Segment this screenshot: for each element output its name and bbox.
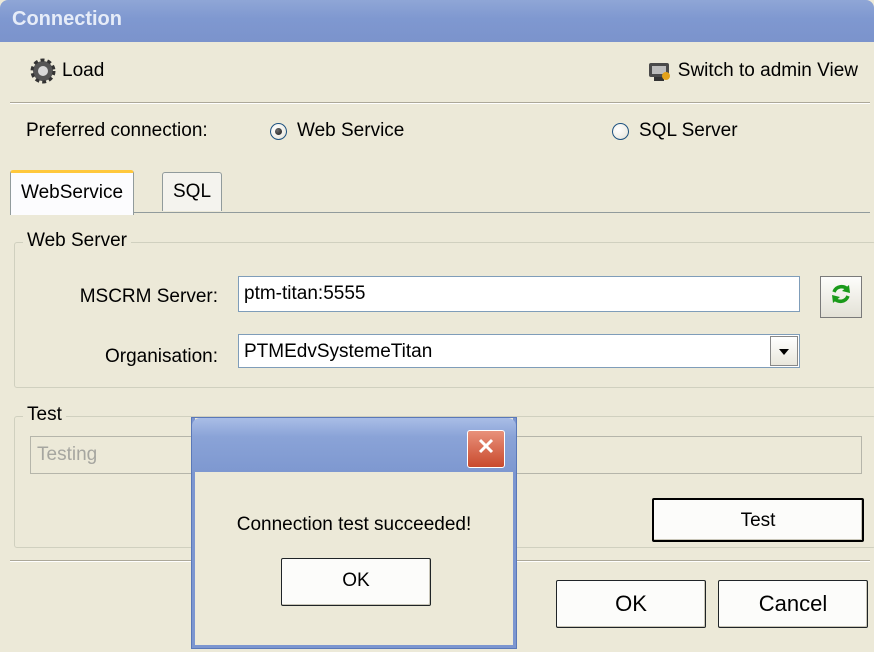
- organisation-label: Organisation:: [104, 346, 218, 367]
- refresh-icon: [829, 282, 853, 312]
- organisation-select[interactable]: PTMEdvSystemeTitan: [238, 334, 800, 368]
- mscrm-server-label: MSCRM Server:: [79, 286, 218, 307]
- preferred-connection: Preferred connection: Web Service SQL Se…: [0, 110, 874, 154]
- load-button[interactable]: Load: [30, 58, 104, 84]
- close-button[interactable]: [467, 430, 505, 468]
- connection-window: Connection Load Switch to admin View Pre…: [0, 0, 874, 652]
- organisation-value: PTMEdvSystemeTitan: [244, 341, 433, 362]
- chevron-down-icon: [778, 334, 790, 368]
- radio-web-service[interactable]: Web Service: [270, 120, 404, 142]
- load-label: Load: [62, 60, 105, 81]
- switch-to-admin-button[interactable]: Switch to admin View: [646, 58, 858, 84]
- radio-dot[interactable]: [270, 122, 287, 140]
- window-title: Connection: [12, 8, 122, 30]
- radio-dot[interactable]: [612, 122, 629, 140]
- radio-sql-server-label: SQL Server: [639, 120, 738, 141]
- message-ok-button[interactable]: OK: [281, 558, 431, 606]
- tab-sql[interactable]: SQL: [162, 172, 223, 211]
- mscrm-server-input[interactable]: ptm-titan:5555: [238, 276, 800, 312]
- test-group-title: Test: [23, 404, 66, 426]
- preferred-connection-label: Preferred connection:: [26, 120, 208, 141]
- message-box: Connection test succeeded! OK: [192, 418, 516, 648]
- message-text: Connection test succeeded!: [236, 514, 472, 535]
- close-icon: [476, 436, 496, 462]
- divider: [10, 102, 870, 104]
- ok-button[interactable]: OK: [556, 580, 706, 628]
- gear-icon: [30, 58, 56, 84]
- toolbar: Load Switch to admin View: [0, 46, 874, 100]
- admin-icon: [646, 58, 672, 84]
- dropdown-button[interactable]: [770, 336, 798, 366]
- tab-webservice[interactable]: WebService: [10, 170, 135, 215]
- title-bar[interactable]: Connection: [0, 0, 874, 42]
- radio-sql-server[interactable]: SQL Server: [612, 120, 738, 142]
- refresh-button[interactable]: [820, 276, 862, 318]
- cancel-button[interactable]: Cancel: [718, 580, 868, 628]
- web-server-group-title: Web Server: [23, 230, 131, 252]
- radio-web-service-label: Web Service: [297, 120, 405, 141]
- switch-label: Switch to admin View: [677, 60, 858, 81]
- test-button[interactable]: Test: [652, 498, 864, 542]
